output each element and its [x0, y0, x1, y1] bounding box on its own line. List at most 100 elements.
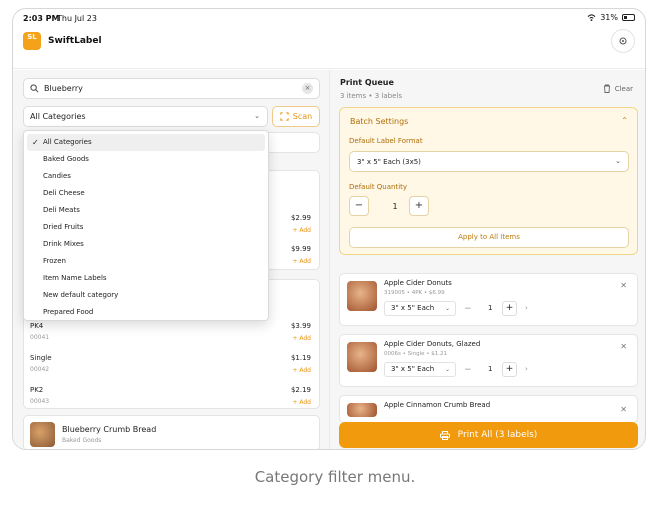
scan-icon	[280, 112, 289, 121]
row-price: $2.99	[290, 214, 311, 222]
clear-search-icon[interactable]: ×	[302, 83, 313, 94]
item-thumbnail	[347, 281, 377, 311]
item-increment-button[interactable]: +	[502, 301, 517, 316]
dropdown-item[interactable]: Item Name Labels	[27, 270, 265, 287]
queue-item-meta: 319005 • 4PK • $6.99	[384, 290, 445, 296]
batch-settings: Batch Settings ⌃ Default Label Format 3"…	[339, 107, 638, 255]
product-panel: Blueberry × All Categories ⌄ Scan $2.99 …	[13, 70, 329, 449]
remove-item-icon[interactable]: ✕	[620, 281, 627, 290]
clear-label: Clear	[614, 84, 633, 93]
category-select-value: All Categories	[30, 112, 86, 121]
dropdown-item[interactable]: ✓ All Categories	[27, 134, 265, 151]
search-input[interactable]: Blueberry ×	[23, 78, 320, 99]
row-price: $9.99	[290, 245, 311, 253]
product-card[interactable]: Blueberry Crumb Bread Baked Goods	[23, 415, 320, 449]
wifi-icon	[587, 14, 596, 21]
queue-item-name: Apple Cinnamon Crumb Bread	[384, 401, 491, 409]
chevron-right-icon[interactable]: ›	[525, 304, 528, 312]
scan-label: Scan	[292, 112, 313, 121]
dropdown-item[interactable]: Deli Cheese	[27, 185, 265, 202]
variant-price: $2.19	[290, 386, 311, 394]
variant-name: PK2	[30, 386, 44, 394]
batch-settings-title: Batch Settings	[350, 117, 409, 126]
product-thumbnail	[30, 422, 55, 447]
item-quantity: 1	[488, 304, 493, 312]
variant-sku: 00041	[30, 334, 50, 341]
quantity-increment-button[interactable]: +	[409, 196, 429, 216]
search-icon	[30, 84, 39, 93]
chevron-down-icon: ⌄	[254, 112, 260, 120]
chevron-right-icon[interactable]: ›	[525, 365, 528, 373]
variant-sku: 00043	[30, 398, 50, 405]
apply-to-all-button[interactable]: Apply to All Items	[349, 227, 629, 248]
product-category: Baked Goods	[62, 437, 102, 444]
app-header: SL SwiftLabel	[13, 29, 645, 69]
queue-item-name: Apple Cider Donuts, Glazed	[384, 340, 481, 348]
remove-item-icon[interactable]: ✕	[620, 405, 627, 414]
status-time: 2:03 PM	[23, 14, 60, 23]
default-quantity-value: 1	[392, 202, 398, 211]
variant-price: $3.99	[290, 322, 311, 330]
chevron-down-icon: ⌄	[615, 157, 621, 165]
remove-item-icon[interactable]: ✕	[620, 342, 627, 351]
status-date: Thu Jul 23	[57, 14, 97, 23]
label-format-value: 3" x 5" Each (3x5)	[357, 158, 421, 166]
print-all-label: Print All (3 labels)	[457, 430, 538, 440]
item-quantity: 1	[488, 365, 493, 373]
item-decrement-button[interactable]: −	[464, 365, 472, 375]
chevron-up-icon[interactable]: ⌃	[621, 116, 628, 125]
caption: Category filter menu.	[254, 468, 416, 486]
chevron-down-icon: ⌄	[444, 305, 450, 312]
app-title: SwiftLabel	[48, 36, 102, 46]
gear-icon	[619, 37, 627, 45]
add-button[interactable]: + Add	[292, 335, 311, 342]
item-thumbnail	[347, 403, 377, 417]
category-dropdown-menu: ✓ All Categories Baked Goods Candies Deli…	[23, 130, 269, 321]
dropdown-item[interactable]: Drink Mixes	[27, 236, 265, 253]
queue-item-name: Apple Cider Donuts	[384, 279, 452, 287]
add-button[interactable]: + Add	[292, 227, 311, 234]
item-size-select[interactable]: 3" x 5" Each ⌄	[384, 301, 456, 316]
add-button[interactable]: + Add	[292, 258, 311, 265]
item-size-select[interactable]: 3" x 5" Each ⌄	[384, 362, 456, 377]
trash-icon	[603, 84, 610, 93]
checkmark-icon: ✓	[32, 138, 39, 147]
dropdown-item[interactable]: Candies	[27, 168, 265, 185]
add-button[interactable]: + Add	[292, 367, 311, 374]
tablet-frame: 2:03 PM Thu Jul 23 31% SL SwiftLabel Blu…	[12, 8, 646, 450]
scan-button[interactable]: Scan	[272, 106, 320, 127]
dropdown-item[interactable]: Prepared Food	[27, 304, 265, 321]
variant-name: Single	[30, 354, 52, 362]
status-right: 31%	[587, 13, 635, 22]
print-queue-summary: 3 items • 3 labels	[340, 92, 402, 100]
print-all-button[interactable]: Print All (3 labels)	[339, 422, 638, 448]
chevron-down-icon: ⌄	[444, 366, 450, 373]
queue-item: Apple Cider Donuts 319005 • 4PK • $6.99 …	[339, 273, 638, 326]
add-button[interactable]: + Add	[292, 399, 311, 406]
category-select[interactable]: All Categories ⌄	[23, 106, 268, 127]
variant-sku: 00042	[30, 366, 50, 373]
format-label: Default Label Format	[349, 137, 423, 145]
search-value: Blueberry	[44, 84, 83, 93]
dropdown-item[interactable]: Deli Meats	[27, 202, 265, 219]
status-bar: 2:03 PM Thu Jul 23 31%	[13, 9, 645, 29]
quantity-decrement-button[interactable]: −	[349, 196, 369, 216]
print-queue-title: Print Queue	[340, 78, 394, 87]
dropdown-item[interactable]: Frozen	[27, 253, 265, 270]
settings-button[interactable]	[611, 29, 635, 53]
dropdown-item[interactable]: New default category	[27, 287, 265, 304]
app-logo: SL	[23, 32, 41, 50]
variant-name: PK4	[30, 322, 44, 330]
queue-item: Apple Cider Donuts, Glazed 0006s • Singl…	[339, 334, 638, 387]
dropdown-item[interactable]: Baked Goods	[27, 151, 265, 168]
queue-item-meta: 0006s • Single • $1.21	[384, 351, 447, 357]
quantity-label: Default Quantity	[349, 183, 408, 191]
item-decrement-button[interactable]: −	[464, 304, 472, 314]
item-increment-button[interactable]: +	[502, 362, 517, 377]
label-format-select[interactable]: 3" x 5" Each (3x5) ⌄	[349, 151, 629, 172]
dropdown-item[interactable]: Dried Fruits	[27, 219, 265, 236]
battery-percent: 31%	[600, 13, 618, 22]
clear-queue-button[interactable]: Clear	[603, 84, 633, 93]
queue-item: Apple Cinnamon Crumb Bread ✕	[339, 395, 638, 423]
product-name: Blueberry Crumb Bread	[62, 425, 157, 434]
